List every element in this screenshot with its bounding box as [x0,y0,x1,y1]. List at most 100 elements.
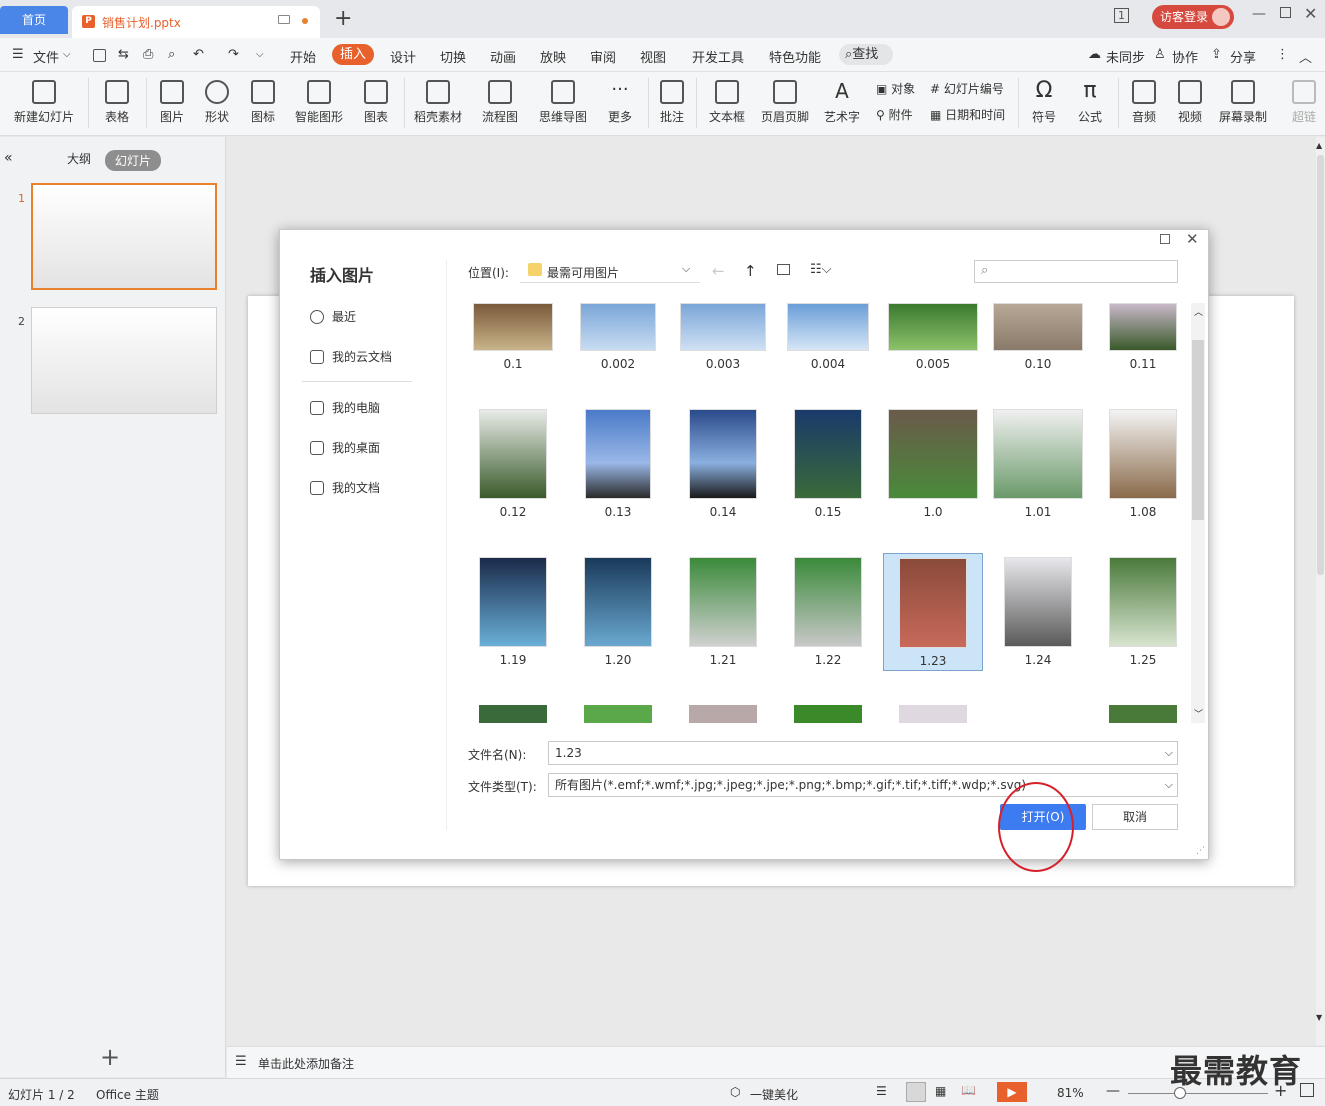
print-icon[interactable]: ⎙ [143,47,153,62]
picture-item[interactable]: 1.19 [463,557,563,667]
menu-review[interactable]: 审阅 [590,47,616,66]
menu-slideshow[interactable]: 放映 [540,47,566,66]
new-folder-icon[interactable] [777,264,790,275]
add-slide-icon[interactable]: + [100,1043,120,1071]
collapse-pane-icon[interactable]: « [4,150,13,166]
picture-item[interactable]: 0.10 [988,303,1088,371]
symbol-button[interactable]: Ω 符号 [1024,80,1064,125]
comment-button[interactable]: 批注 [654,80,690,125]
undo-icon[interactable]: ↶ [193,47,204,62]
redo-icon[interactable]: ↷ [228,47,239,62]
scroll-down-icon[interactable]: ▼ [1316,1013,1322,1022]
filename-field[interactable]: 1.23 ⌵ [548,741,1178,765]
theme-name[interactable]: Office 主题 [96,1086,159,1103]
resize-grip-icon[interactable]: ⋰ [1196,846,1205,856]
table-button[interactable]: 表格 [96,80,138,125]
object-button[interactable]: ▣ 对象 [876,80,915,97]
scroll-down-icon[interactable]: ﹀ [1194,707,1203,720]
new-slide-button[interactable]: 新建幻灯片 [8,80,80,125]
scroll-up-icon[interactable]: ▲ [1316,141,1322,150]
hyperlink-button[interactable]: 超链 [1284,80,1324,125]
sync-status[interactable]: 未同步 [1106,47,1145,66]
more-vertical-icon[interactable]: ⋮ [1276,47,1289,62]
zoom-out-icon[interactable]: — [1106,1083,1120,1099]
menu-file[interactable]: 文件 [33,47,59,66]
play-icon[interactable]: ▶ [997,1082,1027,1102]
slide-thumbnail-2[interactable] [31,307,217,414]
maximize-icon[interactable] [1280,7,1291,18]
notes-bar[interactable]: ☰ 单击此处添加备注 [227,1046,1325,1078]
picture-item[interactable]: 0.15 [778,409,878,519]
picture-item-partial[interactable] [479,705,547,723]
menu-design[interactable]: 设计 [390,47,416,66]
cancel-button[interactable]: 取消 [1092,804,1178,830]
menu-transition[interactable]: 切换 [440,47,466,66]
picture-item[interactable]: 1.20 [568,557,668,667]
formula-button[interactable]: π 公式 [1070,80,1110,125]
menu-features[interactable]: 特色功能 [769,47,821,66]
picture-item[interactable]: 1.0 [883,409,983,519]
chart-button[interactable]: 图表 [355,80,397,125]
scroll-up-icon[interactable]: ︿ [1194,305,1203,318]
save-icon[interactable] [93,49,106,62]
notes-toggle-icon[interactable]: ☰ [876,1084,887,1098]
header-footer-button[interactable]: 页眉页脚 [758,80,812,125]
print-preview-icon[interactable]: ⌕ [168,47,175,62]
close-window-icon[interactable]: ✕ [1304,4,1317,23]
picture-item[interactable]: 0.11 [1093,303,1190,371]
slide-number-button[interactable]: # 幻灯片编号 [930,80,1004,97]
location-select[interactable]: 最需可用图片 ⌵ [520,259,700,283]
collapse-ribbon-icon[interactable]: ︿ [1299,47,1312,66]
mindmap-button[interactable]: 思维导图 [532,80,594,125]
back-arrow-icon[interactable]: ← [712,262,725,280]
fit-window-icon[interactable] [1300,1083,1314,1097]
hamburger-icon[interactable]: ☰ [12,47,24,62]
chevron-down-icon[interactable]: ⌵ [1165,774,1173,796]
menu-view[interactable]: 视图 [640,47,666,66]
export-icon[interactable]: ⇆ [118,47,129,62]
reading-view-icon[interactable]: 📖 [961,1083,976,1097]
docer-material-button[interactable]: 稻壳素材 [412,80,464,125]
collab-button[interactable]: 协作 [1172,47,1198,66]
tab-document[interactable]: P 销售计划.pptx [72,6,320,38]
screen-record-button[interactable]: 屏幕录制 [1216,80,1270,125]
scroll-thumb[interactable] [1317,155,1324,575]
nav-recent[interactable]: 最近 [310,308,356,325]
nav-my-computer[interactable]: 我的电脑 [310,399,380,416]
video-button[interactable]: 视频 [1170,80,1210,125]
find-button[interactable]: ⌕查找 [839,44,893,65]
grid-scroll-thumb[interactable] [1192,340,1204,520]
audio-button[interactable]: 音频 [1124,80,1164,125]
dialog-close-icon[interactable]: ✕ [1186,230,1199,248]
picture-item[interactable]: 1.24 [988,557,1088,667]
monitor-icon[interactable] [278,15,290,24]
nav-my-desktop[interactable]: 我的桌面 [310,439,380,456]
quick-access-icon[interactable]: ⌵ [256,49,264,60]
dialog-maximize-icon[interactable] [1160,234,1170,244]
window-count-icon[interactable]: 1 [1114,8,1129,23]
datetime-button[interactable]: ▦ 日期和时间 [930,106,1005,123]
more-button[interactable]: ··· 更多 [600,80,640,125]
picture-item[interactable]: 0.002 [568,303,668,371]
sorter-view-icon[interactable]: ▦ [935,1084,946,1098]
picture-item-partial[interactable] [1109,705,1177,723]
nav-cloud-docs[interactable]: 我的云文档 [310,348,392,365]
picture-item[interactable]: 0.005 [883,303,983,371]
wordart-button[interactable]: A 艺术字 [818,80,866,125]
new-tab-icon[interactable]: + [334,6,352,31]
zoom-level[interactable]: 81% [1057,1086,1084,1100]
picture-item[interactable]: 1.08 [1093,409,1190,519]
view-mode-icon[interactable]: ☷⌵ [810,262,832,277]
picture-item-partial[interactable] [899,705,967,723]
attachment-button[interactable]: ⚲ 附件 [876,106,913,123]
menu-start[interactable]: 开始 [290,47,316,66]
picture-item[interactable]: 1.25 [1093,557,1190,667]
picture-item[interactable]: 0.004 [778,303,878,371]
picture-item[interactable]: 0.14 [673,409,773,519]
picture-item[interactable]: 0.12 [463,409,563,519]
picture-item-partial[interactable] [794,705,862,723]
menu-developer[interactable]: 开发工具 [692,47,744,66]
picture-item[interactable]: 0.1 [463,303,563,371]
picture-item[interactable]: 1.21 [673,557,773,667]
tab-home[interactable]: 首页 [0,6,68,34]
